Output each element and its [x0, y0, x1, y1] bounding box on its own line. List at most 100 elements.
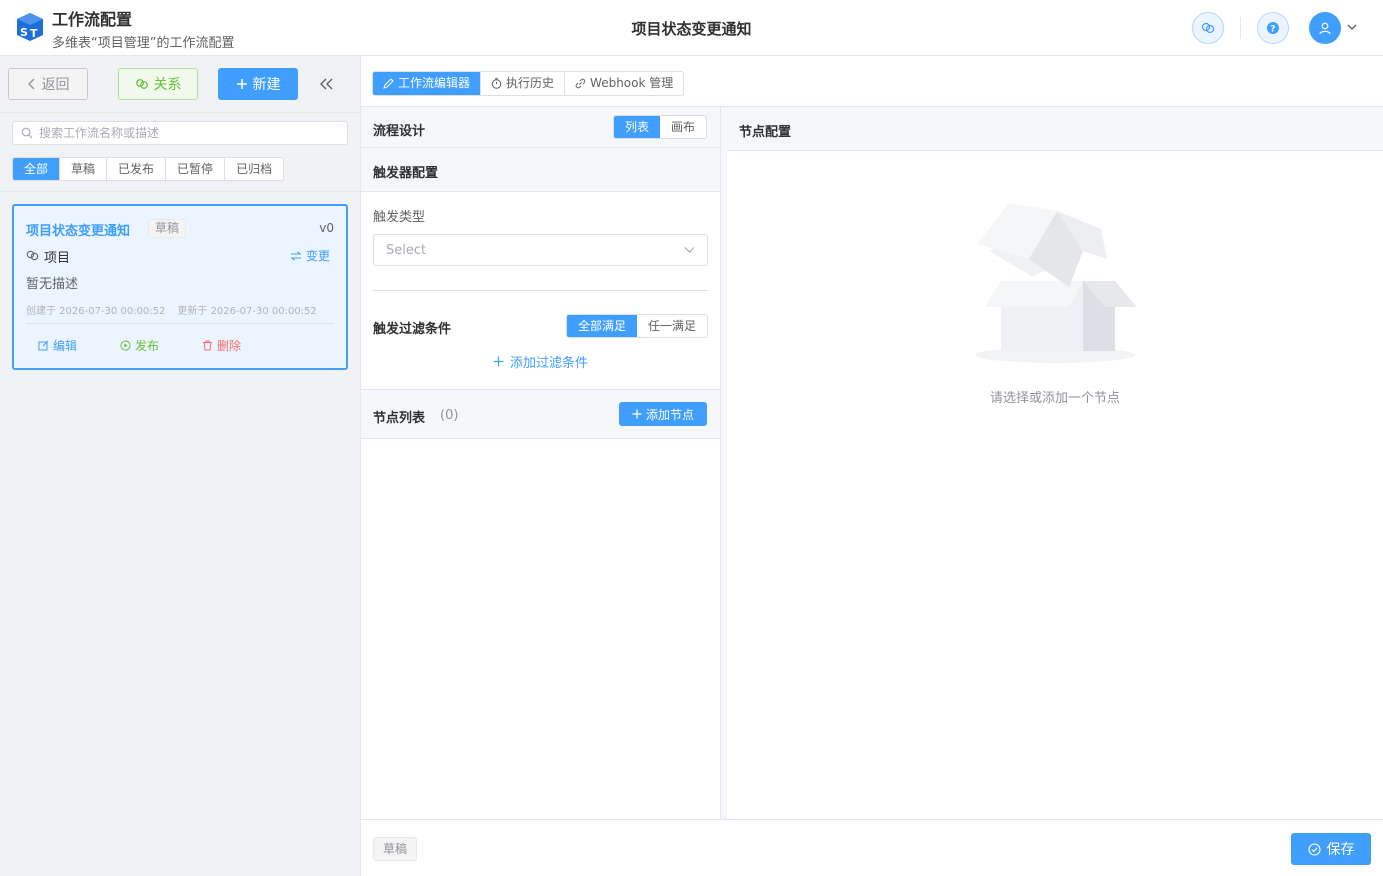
tab-workflow-editor[interactable]: 工作流编辑器	[373, 72, 482, 95]
user-avatar[interactable]	[1309, 12, 1341, 44]
flow-design-title: 流程设计	[373, 124, 426, 139]
status-badge: 草稿	[148, 219, 187, 238]
user-icon	[1319, 22, 1331, 35]
new-label: 新建	[252, 77, 281, 93]
app-header: S T 工作流配置 多维表“项目管理”的工作流配置 项目状态变更通知 ?	[0, 0, 1383, 56]
workflow-card[interactable]: 项目状态变更通知 草稿 v0 项目 变更 暂无描述 创建于 2026-07-30…	[12, 204, 348, 370]
add-node-label: 添加节点	[645, 407, 694, 422]
trash-icon	[203, 340, 212, 351]
workflow-meta: 创建于 2026-07-30 00:00:52 更新于 2026-07-30 00…	[26, 302, 317, 317]
play-circle-icon	[120, 340, 131, 351]
plus-icon	[632, 409, 642, 419]
match-all-option[interactable]: 全部满足	[566, 315, 637, 337]
collapse-sidebar-icon[interactable]	[318, 76, 336, 92]
sidebar-toolbar: 返回 关系 新建	[0, 56, 360, 113]
publish-workflow-button[interactable]: 发布	[120, 337, 159, 354]
empty-state-text: 请选择或添加一个节点	[989, 391, 1120, 406]
delete-label: 删除	[217, 339, 242, 353]
filter-tab-all[interactable]: 全部	[13, 158, 61, 180]
created-at: 创建于 2026-07-30 00:00:52	[26, 306, 166, 317]
trigger-type-label: 触发类型	[373, 210, 426, 225]
edit-icon	[38, 340, 49, 351]
workflow-table: 项目	[44, 251, 71, 266]
edit-label: 编辑	[53, 339, 78, 353]
change-label: 变更	[305, 249, 330, 263]
filter-tab-published[interactable]: 已发布	[107, 158, 167, 180]
workflow-name: 项目状态变更通知	[26, 224, 131, 239]
help-button[interactable]: ?	[1257, 12, 1289, 44]
node-config-title: 节点配置	[739, 125, 792, 140]
publish-label: 发布	[135, 339, 160, 353]
workflow-sidebar: 返回 关系 新建 全部 草稿 已发布 已暂停 已归档 项目状态变更通知 草稿 v…	[0, 56, 361, 876]
back-button[interactable]: 返回	[8, 68, 88, 100]
add-filter-button[interactable]: 添加过滤条件	[361, 352, 720, 371]
sidebar-divider	[0, 191, 360, 192]
switch-icon	[290, 250, 302, 261]
relation-label: 关系	[153, 77, 182, 93]
delete-workflow-button[interactable]: 删除	[202, 337, 241, 354]
new-workflow-button[interactable]: 新建	[218, 68, 298, 100]
page-title: 项目状态变更通知	[631, 20, 752, 38]
workflow-search[interactable]	[12, 121, 348, 145]
link-icon	[135, 79, 148, 89]
editor-footer: 草稿 保存	[361, 819, 1383, 876]
view-toggle: 列表 画布	[612, 115, 707, 139]
node-config-header: 节点配置	[727, 107, 1383, 151]
help-icon: ?	[1267, 22, 1279, 35]
chat-icon	[1201, 22, 1215, 34]
tab-label: 工作流编辑器	[398, 76, 471, 90]
filter-tab-draft[interactable]: 草稿	[60, 158, 108, 180]
add-filter-label: 添加过滤条件	[509, 356, 588, 371]
view-list-option[interactable]: 列表	[613, 116, 660, 138]
filter-tab-paused[interactable]: 已暂停	[166, 158, 226, 180]
empty-box-icon	[975, 203, 1137, 363]
flow-design-panel: 流程设计 列表 画布 触发器配置 触发类型 Select 触发过滤条件 全部满足…	[361, 107, 721, 819]
plus-icon	[236, 79, 247, 89]
card-divider	[26, 323, 334, 324]
trigger-config-title: 触发器配置	[373, 166, 439, 181]
link-icon	[575, 78, 586, 89]
node-count: (0)	[440, 408, 459, 423]
change-table-link[interactable]: 变更	[290, 247, 330, 264]
save-button[interactable]: 保存	[1291, 833, 1371, 865]
add-node-button[interactable]: 添加节点	[619, 402, 707, 426]
chevron-down-icon[interactable]	[1345, 20, 1359, 34]
chevron-left-icon	[27, 78, 34, 90]
timer-icon	[491, 78, 502, 89]
chevron-down-icon	[684, 247, 695, 253]
flow-design-header: 流程设计 列表 画布	[361, 107, 720, 148]
trigger-filter-title: 触发过滤条件	[373, 322, 452, 337]
trigger-config-header: 触发器配置	[361, 148, 720, 192]
node-config-panel: 节点配置 请选择或添加一个节点	[727, 107, 1383, 819]
chat-button[interactable]	[1192, 12, 1224, 44]
svg-text:?: ?	[1270, 25, 1275, 35]
search-icon	[21, 127, 33, 139]
tab-label: Webhook 管理	[590, 76, 674, 90]
workflow-description: 暂无描述	[26, 277, 79, 292]
pen-icon	[383, 78, 394, 89]
footer-status-badge: 草稿	[373, 837, 418, 861]
edit-workflow-button[interactable]: 编辑	[38, 337, 77, 354]
header-divider	[1240, 17, 1241, 39]
filter-tab-archived[interactable]: 已归档	[225, 158, 283, 180]
node-list-title: 节点列表	[373, 411, 426, 426]
updated-at: 更新于 2026-07-30 00:00:52	[177, 306, 317, 317]
tab-webhook[interactable]: Webhook 管理	[565, 72, 683, 95]
plus-icon	[493, 356, 504, 367]
node-list-header: 节点列表 (0) 添加节点	[361, 389, 720, 439]
trigger-divider	[373, 290, 708, 291]
trigger-type-select[interactable]: Select	[373, 234, 708, 266]
save-label: 保存	[1326, 842, 1355, 858]
search-input[interactable]	[39, 124, 339, 142]
table-link-icon	[26, 250, 39, 261]
trigger-type-placeholder: Select	[386, 243, 427, 258]
match-any-option[interactable]: 任一满足	[637, 315, 707, 337]
relation-button[interactable]: 关系	[118, 68, 198, 100]
tab-execution-history[interactable]: 执行历史	[481, 72, 566, 95]
view-canvas-option[interactable]: 画布	[660, 116, 706, 138]
main-tabs: 工作流编辑器 执行历史 Webhook 管理	[372, 71, 685, 96]
check-circle-icon	[1307, 842, 1321, 856]
status-filter-tabs: 全部 草稿 已发布 已暂停 已归档	[12, 157, 285, 181]
tab-label: 执行历史	[506, 76, 555, 90]
match-mode-toggle: 全部满足 任一满足	[565, 314, 708, 338]
